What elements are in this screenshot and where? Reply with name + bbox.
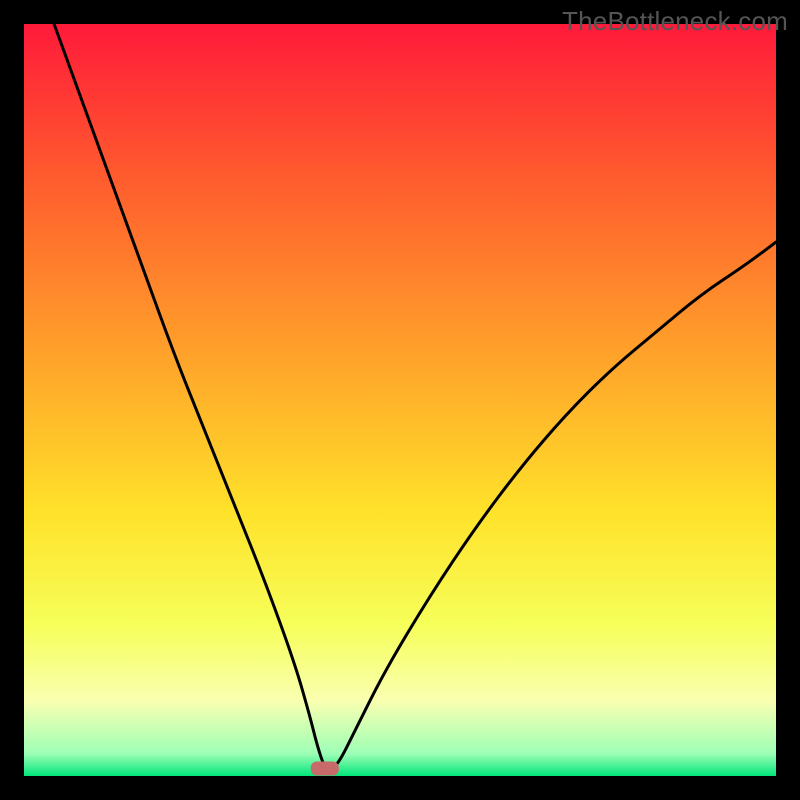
watermark-text: TheBottleneck.com bbox=[562, 6, 788, 37]
minimum-marker bbox=[311, 761, 339, 775]
chart-stage: TheBottleneck.com bbox=[0, 0, 800, 800]
bottleneck-chart bbox=[0, 0, 800, 800]
plot-area bbox=[24, 24, 776, 776]
